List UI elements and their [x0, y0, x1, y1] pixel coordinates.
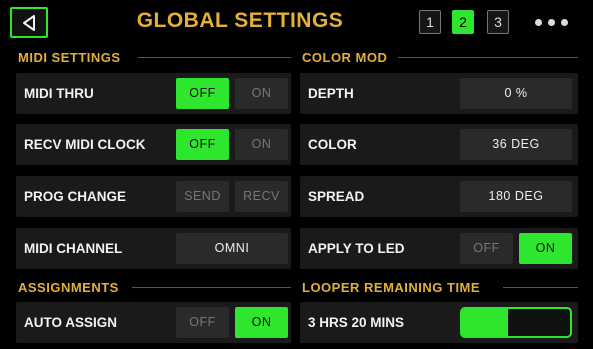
page-1-button[interactable]: 1 [419, 10, 441, 34]
page-title: GLOBAL SETTINGS [136, 9, 344, 32]
midi-channel-label: MIDI CHANNEL [24, 241, 123, 256]
depth-value[interactable]: 0 % [460, 78, 572, 109]
color-row: COLOR 36 DEG [300, 124, 578, 165]
page-2-button[interactable]: 2 [452, 10, 474, 34]
page-3-button[interactable]: 3 [487, 10, 509, 34]
looper-remaining-fill [462, 309, 509, 336]
midi-thru-label: MIDI THRU [24, 86, 94, 101]
apply-to-led-off-button[interactable]: OFF [460, 233, 513, 264]
midi-settings-heading: MIDI SETTINGS [18, 50, 121, 65]
color-value[interactable]: 36 DEG [460, 129, 572, 160]
spread-label: SPREAD [308, 189, 365, 204]
midi-channel-row: MIDI CHANNEL OMNI [16, 228, 291, 269]
assignments-heading: ASSIGNMENTS [18, 280, 119, 295]
prog-change-row: PROG CHANGE SEND RECV [16, 176, 291, 217]
apply-to-led-label: APPLY TO LED [308, 241, 405, 256]
prog-change-send-button[interactable]: SEND [176, 181, 229, 212]
back-button[interactable] [10, 7, 48, 38]
looper-remaining-bar [460, 307, 572, 338]
apply-to-led-row: APPLY TO LED OFF ON [300, 228, 578, 269]
color-mod-heading: COLOR MOD [302, 50, 388, 65]
depth-label: DEPTH [308, 86, 354, 101]
depth-row: DEPTH 0 % [300, 73, 578, 114]
prog-change-recv-button[interactable]: RECV [235, 181, 288, 212]
midi-channel-value[interactable]: OMNI [176, 233, 288, 264]
midi-thru-off-button[interactable]: OFF [176, 78, 229, 109]
auto-assign-row: AUTO ASSIGN OFF ON [16, 302, 291, 343]
looper-heading: LOOPER REMAINING TIME [302, 280, 481, 295]
prog-change-label: PROG CHANGE [24, 189, 127, 204]
spread-row: SPREAD 180 DEG [300, 176, 578, 217]
recv-midi-clock-off-button[interactable]: OFF [176, 129, 229, 160]
looper-remaining-label: 3 HRS 20 MINS [308, 315, 405, 330]
color-label: COLOR [308, 137, 357, 152]
recv-midi-clock-label: RECV MIDI CLOCK [24, 137, 146, 152]
spread-value[interactable]: 180 DEG [460, 181, 572, 212]
back-triangle-icon [23, 15, 35, 31]
looper-remaining-row: 3 HRS 20 MINS [300, 302, 578, 343]
auto-assign-off-button[interactable]: OFF [176, 307, 229, 338]
midi-thru-row: MIDI THRU OFF ON [16, 73, 291, 114]
divider [503, 287, 578, 288]
recv-midi-clock-on-button[interactable]: ON [235, 129, 288, 160]
auto-assign-on-button[interactable]: ON [235, 307, 288, 338]
divider [138, 57, 291, 58]
divider [132, 287, 291, 288]
auto-assign-label: AUTO ASSIGN [24, 315, 118, 330]
recv-midi-clock-row: RECV MIDI CLOCK OFF ON [16, 124, 291, 165]
midi-thru-on-button[interactable]: ON [235, 78, 288, 109]
apply-to-led-on-button[interactable]: ON [519, 233, 572, 264]
divider [398, 57, 578, 58]
